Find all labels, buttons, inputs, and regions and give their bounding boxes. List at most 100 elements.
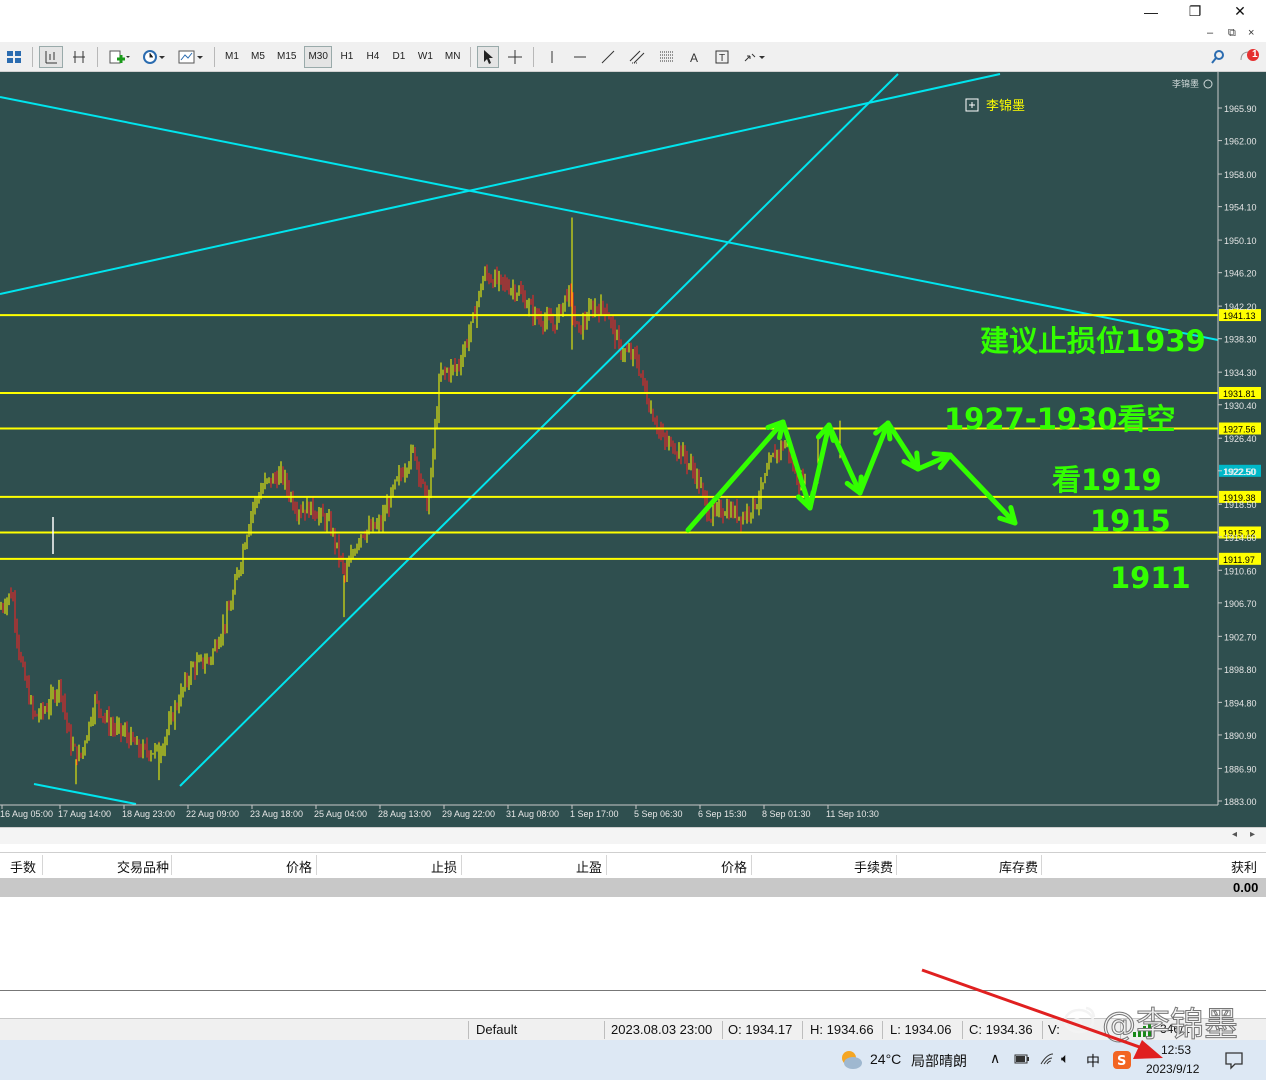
time-tick-label: 1 Sep 17:00 (570, 809, 619, 819)
chart-bars-icon[interactable] (39, 45, 63, 68)
col-commission[interactable]: 手续费 (854, 857, 893, 876)
close-button[interactable]: ✕ (1220, 0, 1260, 23)
trendline-icon[interactable] (596, 46, 620, 68)
chart-scrollbar[interactable]: ◂ ▸ (0, 827, 1266, 844)
col-volume[interactable]: 手数 (10, 857, 36, 876)
col-take-profit[interactable]: 止盈 (576, 857, 602, 876)
clock-time[interactable]: 12:53 (1161, 1043, 1191, 1057)
timeframe-mn[interactable]: MN (441, 46, 465, 68)
toolbar-separator (533, 46, 535, 67)
timeframe-m5[interactable]: M5 (247, 46, 269, 68)
clock-date[interactable]: 2023/9/12 (1146, 1062, 1199, 1076)
price-tick-label: 1890.90 (1224, 731, 1257, 741)
chart-crosshair-icon[interactable] (67, 46, 91, 68)
weather-icon[interactable] (838, 1048, 864, 1072)
volume-icon[interactable]: 🔈︎ (1061, 1050, 1069, 1067)
restore-button[interactable]: ❐ (1175, 0, 1215, 23)
weather-text[interactable]: 局部晴朗 (911, 1051, 967, 1071)
scroll-left-icon[interactable]: ◂ (1232, 829, 1237, 840)
level-price-label: 1911.97 (1223, 555, 1255, 565)
price-chart[interactable]: 1941.13 1931.81 1927.56 1919.38 1915.12 1911.… (0, 72, 1266, 827)
connection-bars-icon (1133, 1023, 1151, 1037)
column-divider (606, 855, 607, 875)
timeframe-h4[interactable]: H4 (362, 46, 384, 68)
col-swap[interactable]: 库存费 (999, 857, 1038, 876)
status-divider (802, 1021, 803, 1039)
tray-chevron-icon[interactable]: ∧ (990, 1050, 1000, 1067)
battery-icon[interactable] (1014, 1052, 1030, 1066)
price-tick-label: 1942.20 (1224, 302, 1257, 312)
price-tick-label: 1910.60 (1224, 566, 1257, 576)
svg-text:T: T (719, 53, 725, 64)
status-low: L: 1934.06 (890, 1022, 952, 1037)
status-bar: Default 2023.08.03 23:00 O: 1934.17 H: 1… (0, 1018, 1266, 1040)
level-price-label: 1941.13 (1223, 311, 1256, 321)
ime-indicator[interactable]: 中 (1086, 1051, 1100, 1071)
chart-settings-icon[interactable] (174, 46, 208, 68)
time-tick-label: 23 Aug 18:00 (250, 809, 303, 819)
weather-temp[interactable]: 24°C (870, 1051, 901, 1067)
toolbar-separator (470, 46, 472, 67)
text-icon[interactable]: A (684, 46, 706, 68)
col-price[interactable]: 价格 (286, 857, 312, 876)
arrows-icon[interactable] (738, 46, 770, 68)
price-tick-label: 1883.00 (1224, 797, 1257, 807)
annotation-target-1911: 1911 (1110, 561, 1191, 595)
crosshair-icon[interactable] (503, 46, 527, 68)
svg-text:A: A (690, 51, 698, 65)
horizontal-line-icon[interactable] (568, 46, 592, 68)
new-order-icon[interactable] (104, 46, 134, 68)
label-icon[interactable]: T (710, 46, 734, 68)
timeframe-w1[interactable]: W1 (414, 46, 437, 68)
mdi-close-button[interactable]: × (1248, 27, 1254, 39)
balance-profit: 0.00 (1233, 880, 1259, 895)
timeframe-h1[interactable]: H1 (336, 46, 358, 68)
price-tick-label: 1950.10 (1224, 236, 1257, 246)
price-tick-label: 1946.20 (1224, 269, 1257, 279)
search-icon[interactable] (1206, 46, 1230, 68)
status-high: H: 1934.66 (810, 1022, 874, 1037)
mdi-restore-button[interactable]: ⧉ (1228, 27, 1236, 40)
status-open: O: 1934.17 (728, 1022, 793, 1037)
column-divider (171, 855, 172, 875)
cursor-icon[interactable] (477, 45, 500, 68)
price-tick-label: 1918.50 (1224, 500, 1257, 510)
col-symbol[interactable]: 交易品种 (117, 857, 169, 876)
plot-area (0, 72, 1218, 827)
profiles-icon[interactable] (2, 46, 26, 68)
terminal-divider (0, 990, 1266, 991)
status-divider (468, 1021, 469, 1039)
status-divider (1042, 1021, 1043, 1039)
col-profit[interactable]: 获利 (1231, 857, 1257, 876)
mdi-minimize-button[interactable]: – (1207, 27, 1213, 39)
column-divider (751, 855, 752, 875)
svg-text:S: S (1117, 1054, 1126, 1069)
vertical-line-icon[interactable] (540, 46, 564, 68)
notification-center-icon[interactable] (1224, 1050, 1244, 1070)
price-tick-label: 1930.40 (1224, 401, 1257, 411)
time-tick-label: 11 Sep 10:30 (826, 809, 879, 819)
timeframe-m15[interactable]: M15 (273, 46, 300, 68)
timeframe-d1[interactable]: D1 (388, 46, 410, 68)
timeframe-m1[interactable]: M1 (221, 46, 243, 68)
sogou-ime-icon[interactable]: S (1112, 1050, 1132, 1070)
price-tick-label: 1898.80 (1224, 665, 1257, 675)
col-current-price[interactable]: 价格 (721, 857, 747, 876)
time-tick-label: 8 Sep 01:30 (762, 809, 811, 819)
annotation-target-1915: 1915 (1090, 504, 1171, 538)
level-price-label: 1931.81 (1223, 389, 1256, 399)
timeframe-m30[interactable]: M30 (304, 45, 332, 68)
time-tick-label: 25 Aug 04:00 (314, 809, 367, 819)
price-tick-label: 1906.70 (1224, 599, 1257, 609)
price-tick-label: 1954.10 (1224, 203, 1257, 213)
minimize-button[interactable]: — (1131, 0, 1171, 23)
column-divider (1041, 855, 1042, 875)
fibo-icon[interactable] (654, 46, 680, 68)
scroll-right-icon[interactable]: ▸ (1250, 829, 1255, 840)
clock-icon[interactable] (138, 46, 170, 68)
notification-icon[interactable]: 1 (1234, 46, 1264, 68)
wifi-icon[interactable] (1039, 1051, 1055, 1067)
channel-icon[interactable] (624, 46, 650, 68)
balance-row: 0.00 (0, 878, 1266, 897)
col-stop-loss[interactable]: 止损 (431, 857, 457, 876)
